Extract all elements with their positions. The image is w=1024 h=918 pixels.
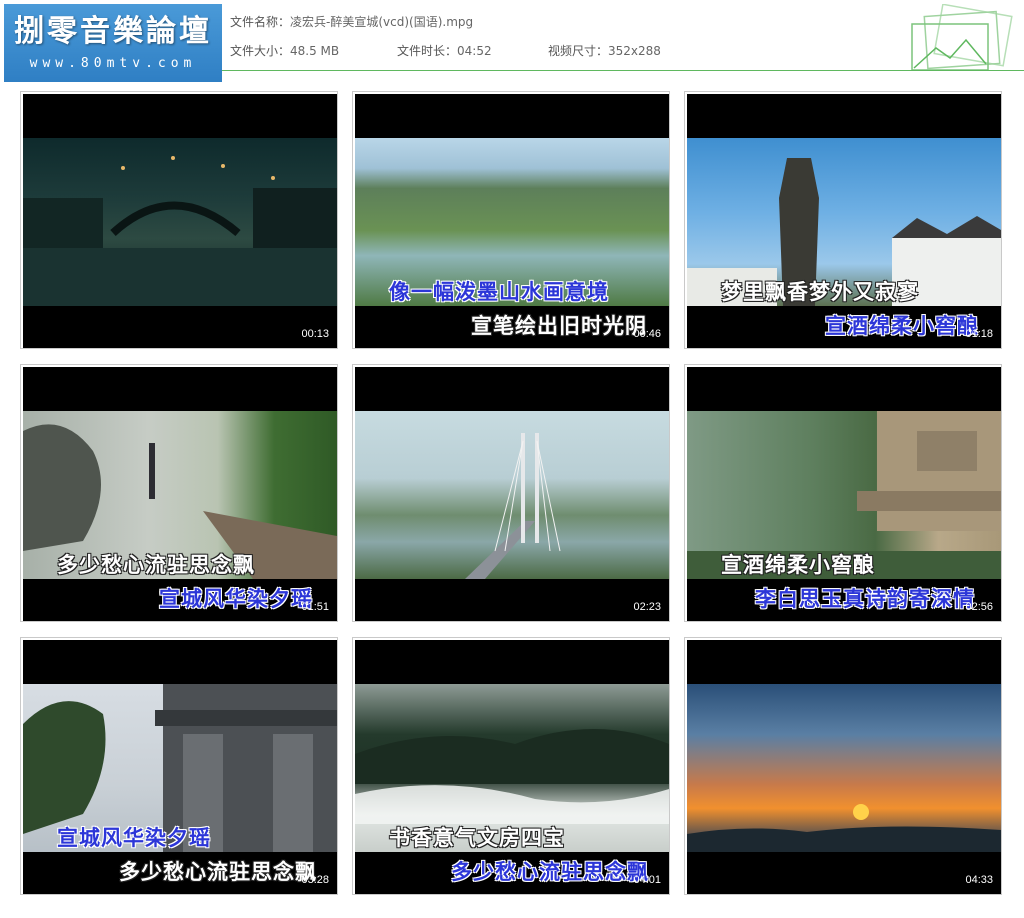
subtitle-line-2: 宣笔绘出旧时光阴 bbox=[471, 314, 647, 338]
video-frame bbox=[355, 367, 669, 621]
file-size-row: 文件大小：48.5 MB bbox=[230, 42, 339, 59]
file-size-value: 48.5 MB bbox=[290, 44, 340, 58]
picture-frames-icon bbox=[911, 4, 1013, 71]
video-frame: 梦里飘香梦外又寂寥 宣酒绵柔小窖酿 bbox=[687, 94, 1001, 348]
timestamp: 04:01 bbox=[633, 874, 661, 886]
frame-image bbox=[23, 138, 337, 306]
video-dims-row: 视频尺寸：352x288 bbox=[548, 42, 661, 59]
subtitle-line-1: 像一幅泼墨山水画意境 bbox=[389, 280, 609, 304]
thumbnail[interactable]: 02:23 bbox=[352, 364, 670, 622]
timestamp: 01:51 bbox=[301, 601, 329, 613]
timestamp: 04:33 bbox=[965, 874, 993, 886]
timestamp: 02:56 bbox=[965, 601, 993, 613]
sunset-scene bbox=[687, 804, 1001, 852]
file-size-label: 文件大小： bbox=[230, 44, 291, 58]
thumbnail[interactable]: 多少愁心流驻思念飘 宣城风华染夕瑶 01:51 bbox=[20, 364, 338, 622]
logo-title: 捌零音樂論壇 bbox=[14, 14, 212, 49]
subtitle-line-2: 多少愁心流驻思念飘 bbox=[119, 860, 317, 884]
file-name-value: 凌宏兵-醉美宣城(vcd)(国语).mpg bbox=[290, 15, 474, 29]
video-frame: 宣城风华染夕瑶 多少愁心流驻思念飘 bbox=[23, 640, 337, 894]
video-frame: 多少愁心流驻思念飘 宣城风华染夕瑶 bbox=[23, 367, 337, 621]
frame-image bbox=[687, 684, 1001, 852]
video-dims-label: 视频尺寸： bbox=[548, 44, 609, 58]
thumbnail[interactable]: 书香意气文房四宝 多少愁心流驻思念飘 04:01 bbox=[352, 637, 670, 895]
subtitle-line-1: 宣城风华染夕瑶 bbox=[57, 826, 211, 850]
subtitle-line-2: 宣酒绵柔小窖酿 bbox=[825, 314, 979, 338]
thumbnail[interactable]: 像一幅泼墨山水画意境 宣笔绘出旧时光阴 00:46 bbox=[352, 91, 670, 349]
video-frame bbox=[23, 94, 337, 348]
timestamp: 03:28 bbox=[301, 874, 329, 886]
thumbnail[interactable]: 宣酒绵柔小窖酿 李白思玉真诗韵寄深情 02:56 bbox=[684, 364, 1002, 622]
subtitle-line-1: 书香意气文房四宝 bbox=[389, 826, 565, 850]
subtitle-line-2: 宣城风华染夕瑶 bbox=[159, 587, 313, 611]
header-divider bbox=[222, 70, 1024, 71]
thumbnail[interactable]: 梦里飘香梦外又寂寥 宣酒绵柔小窖酿 01:18 bbox=[684, 91, 1002, 349]
video-frame: 宣酒绵柔小窖酿 李白思玉真诗韵寄深情 bbox=[687, 367, 1001, 621]
timestamp: 00:46 bbox=[633, 328, 661, 340]
timestamp: 00:13 bbox=[301, 328, 329, 340]
bridge-aerial-scene bbox=[465, 433, 561, 579]
timestamp: 02:23 bbox=[633, 601, 661, 613]
video-dims-value: 352x288 bbox=[608, 44, 661, 58]
file-name-label: 文件名称： bbox=[230, 15, 291, 29]
thumbnail[interactable]: 00:13 bbox=[20, 91, 338, 349]
subtitle-line-1: 宣酒绵柔小窖酿 bbox=[721, 553, 875, 577]
timestamp: 01:18 bbox=[965, 328, 993, 340]
video-frame bbox=[687, 640, 1001, 894]
logo-url: www.80mtv.com bbox=[29, 56, 197, 71]
file-duration-value: 04:52 bbox=[457, 44, 492, 58]
subtitle-line-1: 梦里飘香梦外又寂寥 bbox=[721, 280, 919, 304]
thumbnail[interactable]: 宣城风华染夕瑶 多少愁心流驻思念飘 03:28 bbox=[20, 637, 338, 895]
video-frame: 像一幅泼墨山水画意境 宣笔绘出旧时光阴 bbox=[355, 94, 669, 348]
file-info-header: 捌零音樂論壇 www.80mtv.com 文件名称：凌宏兵-醉美宣城(vcd)(… bbox=[0, 0, 1024, 84]
subtitle-line-2: 李白思玉真诗韵寄深情 bbox=[755, 587, 975, 611]
file-name-row: 文件名称：凌宏兵-醉美宣城(vcd)(国语).mpg bbox=[230, 13, 473, 30]
bridge-scene bbox=[23, 156, 337, 306]
frame-image bbox=[355, 411, 669, 579]
thumbnail[interactable]: 04:33 bbox=[684, 637, 1002, 895]
site-logo[interactable]: 捌零音樂論壇 www.80mtv.com bbox=[4, 4, 222, 82]
subtitle-line-2: 多少愁心流驻思念飘 bbox=[451, 860, 649, 884]
file-duration-row: 文件时长：04:52 bbox=[397, 42, 492, 59]
video-frame: 书香意气文房四宝 多少愁心流驻思念飘 bbox=[355, 640, 669, 894]
subtitle-line-1: 多少愁心流驻思念飘 bbox=[57, 553, 255, 577]
file-duration-label: 文件时长： bbox=[397, 44, 458, 58]
